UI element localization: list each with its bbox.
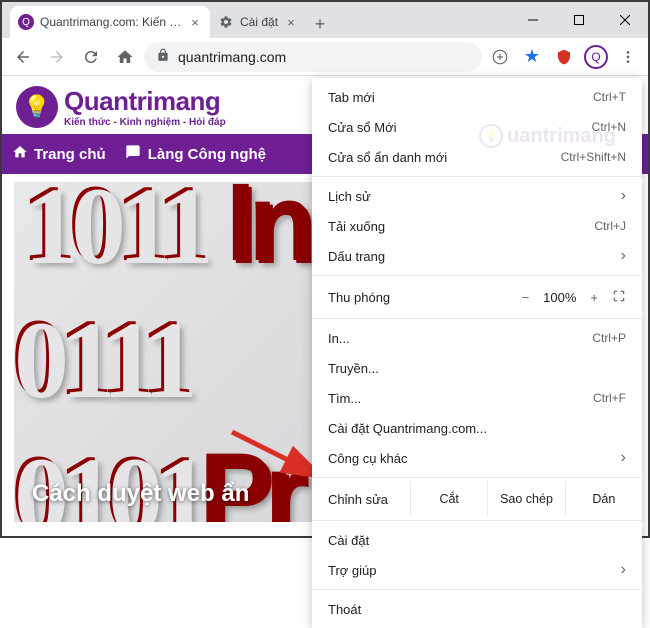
browser-toolbar: quantrimang.com ★ Q bbox=[2, 38, 648, 76]
menu-new-tab[interactable]: Tab mớiCtrl+T bbox=[312, 82, 642, 112]
logo-name: Quantrimang bbox=[64, 86, 226, 117]
separator bbox=[312, 589, 642, 590]
plus-circle-icon[interactable] bbox=[486, 43, 514, 71]
menu-find[interactable]: Tìm...Ctrl+F bbox=[312, 383, 642, 413]
back-button[interactable] bbox=[8, 42, 38, 72]
menu-zoom: Thu phóng − 100% + bbox=[312, 280, 642, 314]
menu-more-tools[interactable]: Công cụ khác bbox=[312, 443, 642, 473]
browser-menu-dropdown: 💡uantrimang Tab mớiCtrl+T Cửa sổ MớiCtrl… bbox=[312, 78, 642, 628]
separator bbox=[312, 520, 642, 521]
nav-label: Làng Công nghệ bbox=[148, 146, 266, 163]
window-controls bbox=[510, 2, 648, 38]
home-button[interactable] bbox=[110, 42, 140, 72]
address-bar[interactable]: quantrimang.com bbox=[144, 42, 482, 72]
shield-icon[interactable] bbox=[550, 43, 578, 71]
maximize-button[interactable] bbox=[556, 2, 602, 38]
nav-home[interactable]: Trang chủ bbox=[12, 144, 106, 164]
fullscreen-icon[interactable] bbox=[612, 289, 626, 306]
edit-label: Chỉnh sửa bbox=[328, 492, 410, 507]
zoom-label: Thu phóng bbox=[328, 290, 522, 305]
tab-strip: Q Quantrimang.com: Kiến Th × Cài đặt × + bbox=[10, 2, 510, 38]
reload-button[interactable] bbox=[76, 42, 106, 72]
tab-quantrimang[interactable]: Q Quantrimang.com: Kiến Th × bbox=[10, 6, 210, 38]
menu-print[interactable]: In...Ctrl+P bbox=[312, 323, 642, 353]
menu-cast[interactable]: Truyền... bbox=[312, 353, 642, 383]
paste-button[interactable]: Dán bbox=[565, 482, 642, 516]
forward-button[interactable] bbox=[42, 42, 72, 72]
tab-title: Cài đặt bbox=[240, 15, 278, 29]
menu-settings[interactable]: Cài đặt bbox=[312, 525, 642, 555]
zoom-in-button[interactable]: + bbox=[590, 290, 598, 305]
zoom-value: 100% bbox=[543, 290, 576, 305]
minimize-button[interactable] bbox=[510, 2, 556, 38]
cut-button[interactable]: Cắt bbox=[410, 482, 487, 516]
menu-new-window[interactable]: Cửa sổ MớiCtrl+N bbox=[312, 112, 642, 142]
url-text: quantrimang.com bbox=[178, 49, 286, 65]
hero-caption: Cách duyệt web ẩn bbox=[32, 480, 249, 508]
new-tab-button[interactable]: + bbox=[306, 10, 334, 38]
close-window-button[interactable] bbox=[602, 2, 648, 38]
bookmark-star-icon[interactable]: ★ bbox=[518, 43, 546, 71]
site-logo[interactable]: 💡 Quantrimang Kiến thức - Kinh nghiệm - … bbox=[16, 86, 226, 128]
menu-help[interactable]: Trợ giúp bbox=[312, 555, 642, 585]
separator bbox=[312, 275, 642, 276]
close-icon[interactable]: × bbox=[284, 15, 298, 29]
logo-tagline: Kiến thức - Kinh nghiệm - Hỏi đáp bbox=[64, 117, 226, 128]
menu-incognito[interactable]: Cửa sổ ẩn danh mớiCtrl+Shift+N bbox=[312, 142, 642, 172]
menu-downloads[interactable]: Tải xuốngCtrl+J bbox=[312, 211, 642, 241]
zoom-out-button[interactable]: − bbox=[522, 290, 530, 305]
tab-settings[interactable]: Cài đặt × bbox=[210, 6, 306, 38]
bulb-icon: 💡 bbox=[16, 86, 58, 128]
nav-label: Trang chủ bbox=[34, 146, 106, 163]
lock-icon bbox=[156, 48, 170, 65]
menu-history[interactable]: Lịch sử bbox=[312, 181, 642, 211]
copy-button[interactable]: Sao chép bbox=[487, 482, 564, 516]
nav-tech-village[interactable]: Làng Công nghệ bbox=[124, 144, 266, 164]
menu-install-app[interactable]: Cài đặt Quantrimang.com... bbox=[312, 413, 642, 443]
window-titlebar: Q Quantrimang.com: Kiến Th × Cài đặt × + bbox=[2, 2, 648, 38]
menu-bookmarks[interactable]: Dấu trang bbox=[312, 241, 642, 271]
separator bbox=[312, 318, 642, 319]
profile-avatar[interactable]: Q bbox=[582, 43, 610, 71]
separator bbox=[312, 477, 642, 478]
tab-title: Quantrimang.com: Kiến Th bbox=[40, 15, 182, 29]
favicon-quantrimang: Q bbox=[18, 14, 34, 30]
menu-button[interactable] bbox=[614, 43, 642, 71]
home-icon bbox=[12, 144, 28, 164]
gear-icon bbox=[218, 14, 234, 30]
menu-exit[interactable]: Thoát bbox=[312, 594, 642, 624]
close-icon[interactable]: × bbox=[188, 15, 202, 29]
chat-icon bbox=[124, 144, 142, 164]
menu-edit-row: Chỉnh sửa Cắt Sao chép Dán bbox=[312, 482, 642, 516]
separator bbox=[312, 176, 642, 177]
